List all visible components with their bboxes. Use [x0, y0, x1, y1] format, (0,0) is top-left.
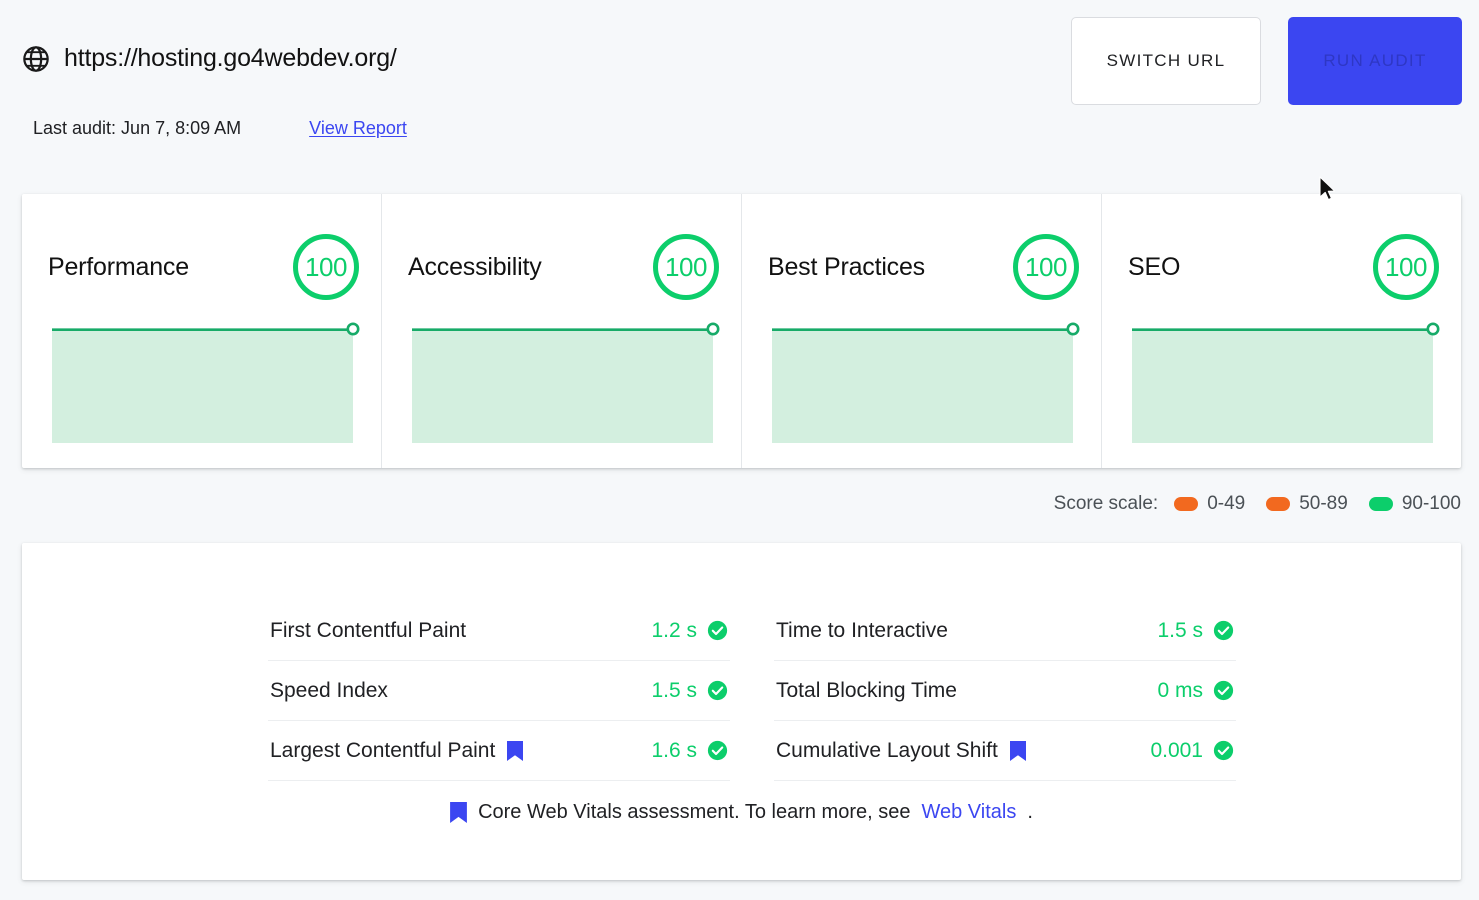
page-header: https://hosting.go4webdev.org/ Last audi…: [0, 0, 1479, 160]
score-sparkline-best-practices: [772, 322, 1080, 443]
url-row: https://hosting.go4webdev.org/: [22, 44, 397, 73]
run-audit-button[interactable]: RUN AUDIT: [1288, 17, 1462, 105]
audited-url: https://hosting.go4webdev.org/: [64, 44, 397, 72]
audit-meta-row: Last audit: Jun 7, 8:09 AM View Report: [33, 118, 407, 139]
metric-row[interactable]: Time to Interactive 1.5 s: [774, 601, 1236, 661]
globe-icon: [23, 45, 49, 72]
metric-row[interactable]: Total Blocking Time 0 ms: [774, 661, 1236, 721]
view-report-link[interactable]: View Report: [309, 118, 407, 139]
metric-row[interactable]: Cumulative Layout Shift 0.001: [774, 721, 1236, 781]
score-header: Performance 100: [48, 232, 359, 302]
metric-value: 1.2 s: [651, 618, 697, 642]
score-header: SEO 100: [1128, 232, 1439, 302]
score-title: Performance: [48, 252, 189, 281]
legend-item-50-89: 50-89: [1266, 493, 1348, 515]
sparkline-area: [412, 329, 713, 443]
legend-range-label: 50-89: [1299, 493, 1348, 514]
score-sparkline-seo: [1132, 322, 1440, 443]
metric-value: 0 ms: [1157, 678, 1203, 702]
sparkline-svg: [412, 325, 713, 443]
metric-label: Total Blocking Time: [776, 678, 957, 702]
metric-value: 1.6 s: [651, 738, 697, 762]
metrics-column-left: First Contentful Paint 1.2 s Speed Index…: [268, 601, 730, 781]
metric-row[interactable]: Largest Contentful Paint 1.6 s: [268, 721, 730, 781]
score-title: SEO: [1128, 252, 1181, 281]
pass-check-icon: [1213, 620, 1234, 641]
metric-row[interactable]: Speed Index 1.5 s: [268, 661, 730, 721]
score-value: 100: [305, 252, 347, 282]
metric-label: Speed Index: [270, 678, 388, 702]
core-web-vital-flag-icon: [507, 740, 524, 761]
score-title: Best Practices: [768, 252, 925, 281]
score-scale-label: Score scale:: [1053, 493, 1159, 514]
score-value: 100: [1385, 252, 1427, 282]
metric-value: 1.5 s: [651, 678, 697, 702]
sparkline-svg: [772, 325, 1073, 443]
sparkline-area: [52, 329, 353, 443]
score-gauge: 100: [1013, 234, 1079, 300]
score-card-accessibility[interactable]: Accessibility 100: [382, 194, 742, 468]
score-scale-legend: Score scale: 0-49 50-89 90-100: [1054, 493, 1461, 515]
pass-check-icon: [707, 620, 728, 641]
sparkline-area: [772, 329, 1073, 443]
metric-label: Time to Interactive: [776, 618, 948, 642]
core-web-vital-flag-icon: [450, 802, 467, 823]
pass-check-icon: [707, 680, 728, 701]
score-sparkline-performance: [52, 322, 360, 443]
metrics-panel: First Contentful Paint 1.2 s Speed Index…: [22, 543, 1461, 880]
metrics-grid: First Contentful Paint 1.2 s Speed Index…: [268, 601, 1236, 781]
metric-label: Cumulative Layout Shift: [776, 738, 998, 762]
legend-range-label: 90-100: [1401, 493, 1461, 514]
sparkline-end-marker: [706, 322, 720, 336]
score-card-best-practices[interactable]: Best Practices 100: [742, 194, 1102, 468]
legend-pill-icon: [1266, 497, 1291, 511]
sparkline-svg: [1132, 325, 1433, 443]
metrics-column-right: Time to Interactive 1.5 s Total Blocking…: [774, 601, 1236, 781]
metric-value: 1.5 s: [1157, 618, 1203, 642]
sparkline-end-marker: [346, 322, 360, 336]
score-card-seo[interactable]: SEO 100: [1102, 194, 1461, 468]
category-scores-panel: Performance 100 Accessibility 100 Best P…: [22, 194, 1461, 468]
score-title: Accessibility: [408, 252, 542, 281]
legend-pill-icon: [1174, 497, 1199, 511]
score-value: 100: [1025, 252, 1067, 282]
sparkline-end-marker: [1426, 322, 1440, 336]
last-audit-timestamp: Last audit: Jun 7, 8:09 AM: [33, 118, 242, 138]
score-header: Accessibility 100: [408, 232, 719, 302]
metric-row[interactable]: First Contentful Paint 1.2 s: [268, 601, 730, 661]
score-sparkline-accessibility: [412, 322, 720, 443]
sparkline-area: [1132, 329, 1433, 443]
legend-pill-icon: [1368, 497, 1393, 511]
core-web-vitals-note: Core Web Vitals assessment. To learn mor…: [22, 801, 1461, 824]
note-suffix: .: [1027, 801, 1033, 823]
pass-check-icon: [1213, 740, 1234, 761]
score-value: 100: [665, 252, 707, 282]
note-text: Core Web Vitals assessment. To learn mor…: [478, 801, 911, 823]
pass-check-icon: [707, 740, 728, 761]
switch-url-button[interactable]: SWITCH URL: [1071, 17, 1261, 105]
web-vitals-link[interactable]: Web Vitals: [921, 801, 1016, 824]
sparkline-end-marker: [1066, 322, 1080, 336]
score-card-performance[interactable]: Performance 100: [22, 194, 382, 468]
score-header: Best Practices 100: [768, 232, 1079, 302]
score-gauge: 100: [293, 234, 359, 300]
metric-value: 0.001: [1150, 738, 1203, 762]
metric-label: First Contentful Paint: [270, 618, 467, 642]
pass-check-icon: [1213, 680, 1234, 701]
metric-label: Largest Contentful Paint: [270, 738, 496, 762]
header-actions: SWITCH URL RUN AUDIT: [1071, 17, 1462, 105]
sparkline-svg: [52, 325, 353, 443]
score-gauge: 100: [1373, 234, 1439, 300]
legend-range-label: 0-49: [1207, 493, 1246, 514]
core-web-vital-flag-icon: [1009, 740, 1026, 761]
score-gauge: 100: [653, 234, 719, 300]
legend-item-90-100: 90-100: [1368, 493, 1461, 515]
legend-item-0-49: 0-49: [1174, 493, 1245, 515]
